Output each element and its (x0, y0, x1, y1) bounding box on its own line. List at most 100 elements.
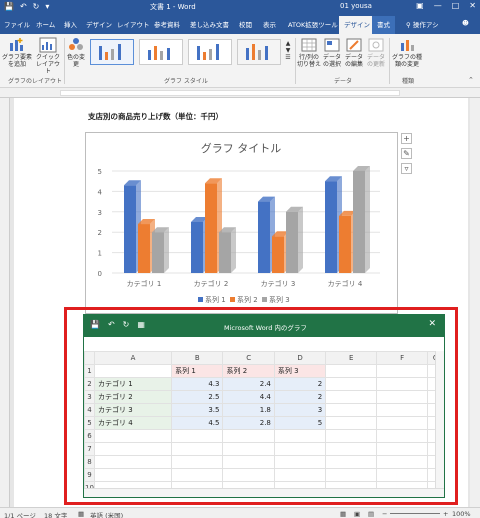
status-words[interactable]: 18 文字 (44, 510, 67, 518)
zoom-level[interactable]: 100% (452, 510, 471, 518)
row-header[interactable]: 6 (84, 429, 95, 443)
add-chart-element-button[interactable]: グラフ要素を追加 (2, 37, 32, 68)
tab-layout[interactable]: レイアウト (117, 19, 150, 29)
select-data-button[interactable]: データの選択 (321, 37, 343, 68)
sheet-undo-icon[interactable]: ↶ (108, 320, 115, 329)
zoom-out-icon[interactable]: − (382, 510, 387, 518)
status-spellcheck-icon[interactable]: ▦ (78, 510, 84, 518)
chart-data-window[interactable]: 💾 ↶ ↻ ▦ Microsoft Word 内のグラフ ✕ ABCDEFG1系… (83, 314, 445, 498)
refresh-data-button[interactable]: データの更新 (365, 37, 387, 68)
sheet-cell[interactable]: カテゴリ 3 (93, 403, 173, 417)
row-header[interactable]: 8 (84, 455, 95, 469)
sheet-cell[interactable] (376, 455, 429, 469)
tab-design[interactable]: デザイン (86, 19, 112, 29)
sheet-cell[interactable]: 系列 1 (171, 364, 224, 378)
quick-layout-button[interactable]: クイックレイアウト (34, 37, 62, 75)
sheet-cell[interactable] (325, 468, 378, 482)
status-page[interactable]: 1/1 ページ (4, 510, 36, 518)
vertical-ruler[interactable] (0, 98, 10, 507)
sheet-cell[interactable]: カテゴリ 4 (93, 416, 173, 430)
sheet-cell[interactable]: カテゴリ 2 (93, 390, 173, 404)
sheet-cell[interactable] (222, 468, 275, 482)
row-header[interactable]: 3 (84, 390, 95, 404)
save-icon[interactable]: 💾 (4, 2, 14, 11)
sheet-cell[interactable] (376, 364, 429, 378)
sheet-cell[interactable] (273, 429, 327, 443)
row-header[interactable]: 4 (84, 403, 95, 417)
tell-me-label[interactable]: 操作アシ (413, 21, 439, 29)
sheet-cell[interactable] (171, 429, 224, 443)
sheet-cell[interactable]: 2.5 (171, 390, 224, 404)
collapse-ribbon-icon[interactable]: ⌃ (468, 76, 474, 84)
minimize-icon[interactable]: — (434, 1, 442, 10)
print-layout-icon[interactable]: ▣ (354, 510, 360, 518)
change-chart-type-button[interactable]: グラフの種類の変更 (390, 37, 424, 68)
sheet-cell[interactable] (325, 455, 378, 469)
switch-row-column-button[interactable]: 行/列の切り替え (296, 37, 322, 68)
column-header[interactable]: D (273, 351, 327, 365)
row-header[interactable]: 7 (84, 442, 95, 456)
sheet-grid[interactable]: ABCDEFG1系列 1系列 2系列 32カテゴリ 14.32.423カテゴリ … (84, 351, 444, 495)
sheet-cell[interactable]: カテゴリ 1 (93, 377, 173, 391)
row-header[interactable]: 1 (84, 364, 95, 378)
read-mode-icon[interactable]: ▦ (340, 510, 346, 518)
chart-styles-icon[interactable]: ✎ (401, 148, 412, 159)
chart-style-1[interactable] (90, 39, 134, 65)
sheet-cell[interactable] (93, 364, 173, 378)
account-name[interactable]: 01 yousa (340, 2, 372, 10)
sheet-cell[interactable] (376, 403, 429, 417)
sheet-cell[interactable] (325, 442, 378, 456)
sheet-cell[interactable] (376, 377, 429, 391)
row-header[interactable]: 5 (84, 416, 95, 430)
select-all-cell[interactable] (84, 351, 95, 365)
zoom-in-icon[interactable]: + (443, 510, 448, 518)
sheet-cell[interactable] (273, 468, 327, 482)
sheet-cell[interactable] (376, 416, 429, 430)
sheet-save-icon[interactable]: 💾 (90, 320, 100, 329)
chart-elements-icon[interactable]: + (401, 133, 412, 144)
sheet-cell[interactable] (376, 442, 429, 456)
redo-icon[interactable]: ↻ (33, 2, 40, 11)
sheet-cell[interactable] (171, 468, 224, 482)
sheet-cell[interactable] (376, 468, 429, 482)
sheet-cell[interactable]: 2.4 (222, 377, 275, 391)
edit-data-button[interactable]: データの編集 (343, 37, 365, 68)
sheet-cell[interactable]: 4.4 (222, 390, 275, 404)
share-icon[interactable]: ☻ (462, 19, 469, 27)
sheet-cell[interactable]: 1.8 (222, 403, 275, 417)
sheet-cell[interactable] (325, 390, 378, 404)
ribbon-display-icon[interactable]: ▣ (416, 1, 424, 10)
document-scrollbar[interactable] (470, 98, 480, 507)
chart-area[interactable]: グラフ タイトル 0 1 2 3 4 5 カテゴリ 1 カテゴリ 2 カテゴリ 3 カテゴリ 4 系列… (85, 132, 398, 314)
sheet-cell[interactable]: 3.5 (171, 403, 224, 417)
tab-atok[interactable]: ATOK拡張ツール (288, 19, 338, 29)
column-header[interactable]: E (325, 351, 378, 365)
sheet-cell[interactable] (222, 442, 275, 456)
sheet-cell[interactable] (171, 442, 224, 456)
tab-chart-design[interactable]: デザイン (339, 16, 375, 34)
sheet-cell[interactable]: 2 (273, 377, 327, 391)
sheet-horizontal-scrollbar[interactable] (84, 488, 444, 497)
sheet-cell[interactable]: 系列 3 (273, 364, 327, 378)
sheet-cell[interactable] (325, 377, 378, 391)
sheet-cell[interactable]: 2 (273, 390, 327, 404)
row-header[interactable]: 9 (84, 468, 95, 482)
tab-references[interactable]: 参考資料 (154, 19, 180, 29)
sheet-cell[interactable] (222, 429, 275, 443)
tab-mailings[interactable]: 差し込み文書 (190, 19, 229, 29)
sheet-redo-icon[interactable]: ↻ (123, 320, 130, 329)
row-header[interactable]: 2 (84, 377, 95, 391)
column-header[interactable]: C (222, 351, 275, 365)
zoom-slider[interactable] (390, 513, 440, 514)
column-header[interactable]: A (93, 351, 173, 365)
sheet-excel-icon[interactable]: ▦ (137, 320, 145, 329)
column-header[interactable]: B (171, 351, 224, 365)
sheet-cell[interactable] (325, 364, 378, 378)
sheet-cell[interactable] (273, 442, 327, 456)
tab-chart-format[interactable]: 書式 (372, 16, 395, 34)
sheet-vertical-scrollbar[interactable] (435, 351, 444, 488)
web-layout-icon[interactable]: ▤ (368, 510, 374, 518)
sheet-cell[interactable] (273, 455, 327, 469)
sheet-cell[interactable] (376, 429, 429, 443)
chart-style-3[interactable] (188, 39, 232, 65)
